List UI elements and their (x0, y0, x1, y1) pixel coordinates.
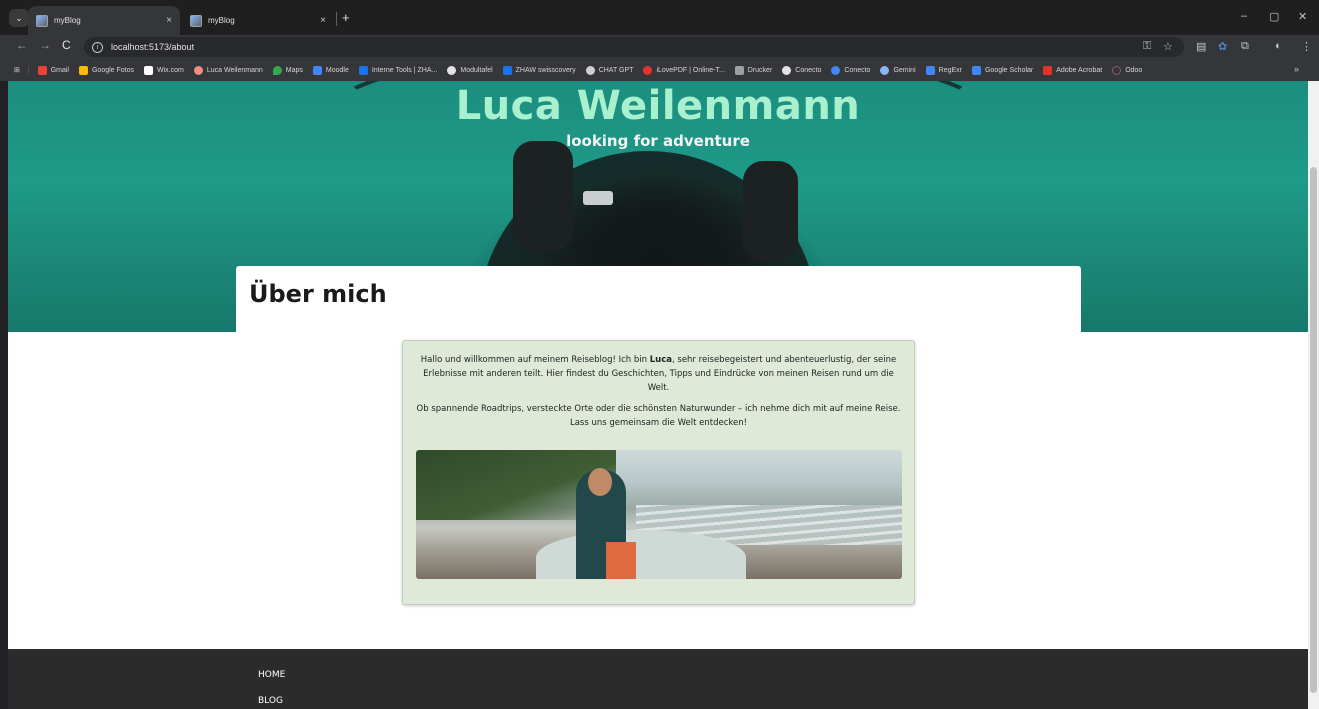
tab-title: myBlog (54, 16, 81, 25)
hero-image-tank (743, 161, 798, 261)
profile-icon[interactable]: ◐ (1275, 40, 1282, 52)
heart-icon (643, 65, 653, 75)
tab-myblog[interactable]: myBlog × (182, 6, 334, 35)
bookmark-odoo[interactable]: Odoo (1112, 65, 1142, 75)
restore-button[interactable]: ▢ (1269, 10, 1279, 23)
moodle-icon (312, 65, 322, 75)
beach-surfer-photo (416, 450, 902, 579)
close-tab-icon[interactable]: × (320, 15, 326, 26)
more-bookmarks-icon[interactable]: » (1294, 64, 1299, 74)
bookmark-wix[interactable]: Wix.com (144, 65, 184, 75)
globe-icon (447, 65, 457, 75)
page-title: Über mich (249, 280, 387, 308)
menu-icon[interactable]: ⋮ (1301, 40, 1312, 53)
odoo-icon (1112, 65, 1122, 75)
intro-paragraph-1: Hallo und willkommen auf meinem Reiseblo… (420, 355, 897, 393)
photo-surfboard-tip (606, 542, 636, 579)
about-content-box: Hallo und willkommen auf meinem Reiseblo… (402, 340, 915, 605)
regexr-icon (925, 65, 935, 75)
acrobat-icon (1043, 65, 1053, 75)
close-window-button[interactable]: ✕ (1298, 10, 1307, 23)
bookmark-maps[interactable]: Maps (272, 65, 303, 75)
close-tab-icon[interactable]: × (166, 15, 172, 26)
bookmark-interne-tools[interactable]: Interne Tools | ZHA... (358, 65, 437, 75)
key-icon[interactable]: ⚿ (1143, 40, 1151, 53)
back-button[interactable]: ← (16, 38, 28, 52)
scholar-icon (971, 65, 981, 75)
conecto-icon (831, 65, 841, 75)
page-heading-card: Über mich (236, 266, 1081, 332)
site-icon (193, 65, 203, 75)
bookmark-modultafel[interactable]: Modultafel (447, 65, 493, 75)
page-scrollbar[interactable] (1308, 81, 1319, 709)
bookmark-conecto-2[interactable]: Conecto (831, 65, 870, 75)
reload-button[interactable]: C (62, 38, 71, 52)
photo-head (588, 468, 612, 496)
site-title: Luca Weilenmann (455, 83, 861, 129)
bookmark-adobe-acrobat[interactable]: Adobe Acrobat (1043, 65, 1102, 75)
zhaw-icon (502, 65, 512, 75)
photo-surfboard (536, 530, 746, 579)
google-photos-icon (78, 65, 88, 75)
star-icon[interactable]: ☆ (1163, 40, 1173, 53)
printer-icon (734, 65, 744, 75)
apps-icon[interactable]: ⊞ (14, 66, 20, 74)
site-subtitle: looking for adventure (566, 132, 750, 150)
chatgpt-icon (585, 65, 595, 75)
bookmark-gmail[interactable]: Gmail (37, 65, 69, 75)
footer-link-blog[interactable]: BLOG (258, 696, 283, 706)
browser-window: ⌄ myBlog × myBlog × + – ▢ ✕ ← → C i loca… (0, 0, 1319, 709)
bookmark-luca-weilenmann[interactable]: Luca Weilenmann (193, 65, 263, 75)
browser-toolbar: ← → C i localhost:5173/about ⚿ ☆ ▤ ✿ ⧉ ◐… (0, 35, 1319, 59)
bookmark-zhaw-swisscovery[interactable]: ZHAW swisscovery (502, 65, 576, 75)
tab-title: myBlog (208, 16, 235, 25)
forward-button[interactable]: → (39, 38, 51, 52)
tab-list-button[interactable]: ⌄ (9, 9, 29, 27)
gemini-icon (880, 65, 890, 75)
reader-icon[interactable]: ▤ (1196, 40, 1206, 53)
bookmarks-bar: ⊞ | Gmail Google Fotos Wix.com Luca Weil… (0, 59, 1319, 81)
favicon-icon (36, 14, 48, 27)
favicon-icon (190, 14, 202, 27)
bookmark-separator: | (27, 66, 30, 74)
bookmark-drucker[interactable]: Drucker (734, 65, 772, 75)
maps-icon (272, 65, 282, 75)
new-tab-button[interactable]: + (342, 10, 350, 25)
site-info-icon[interactable]: i (92, 41, 103, 53)
minimize-button[interactable]: – (1241, 10, 1247, 22)
bookmark-gemini[interactable]: Gemini (880, 65, 916, 75)
page-footer: HOME BLOG (8, 649, 1308, 709)
zhaw-icon (358, 65, 368, 75)
globe-icon (782, 65, 792, 75)
bookmark-conecto[interactable]: Conecto (782, 65, 821, 75)
tab-myblog-active[interactable]: myBlog × (28, 6, 180, 35)
url-text: localhost:5173/about (111, 42, 195, 52)
bookmark-google-fotos[interactable]: Google Fotos (78, 65, 134, 75)
tab-divider (336, 12, 337, 26)
name-highlight: Luca (649, 355, 672, 365)
bookmark-ilovepdf[interactable]: iLovePDF | Online-T... (643, 65, 725, 75)
scrollbar-thumb[interactable] (1310, 167, 1317, 693)
bookmark-chat-gpt[interactable]: CHAT GPT (585, 65, 633, 75)
hero-image-valve (583, 191, 613, 205)
hero-image-tank (513, 141, 573, 251)
bookmark-moodle[interactable]: Moodle (312, 65, 349, 75)
page-viewport: Luca Weilenmann looking for adventure Üb… (8, 81, 1308, 709)
intro-paragraph-2: Ob spannende Roadtrips, versteckte Orte … (416, 404, 901, 428)
puzzle-icon[interactable]: ⧉ (1241, 40, 1249, 53)
tab-strip: ⌄ myBlog × myBlog × + – ▢ ✕ (0, 0, 1319, 35)
address-bar[interactable]: i localhost:5173/about (84, 37, 1184, 57)
bookmark-google-scholar[interactable]: Google Scholar (971, 65, 1033, 75)
gmail-icon (37, 65, 47, 75)
bookmark-regexr[interactable]: RegExr (925, 65, 962, 75)
wix-icon (144, 65, 154, 75)
extension-icon[interactable]: ✿ (1218, 40, 1227, 53)
footer-link-home[interactable]: HOME (258, 670, 285, 680)
